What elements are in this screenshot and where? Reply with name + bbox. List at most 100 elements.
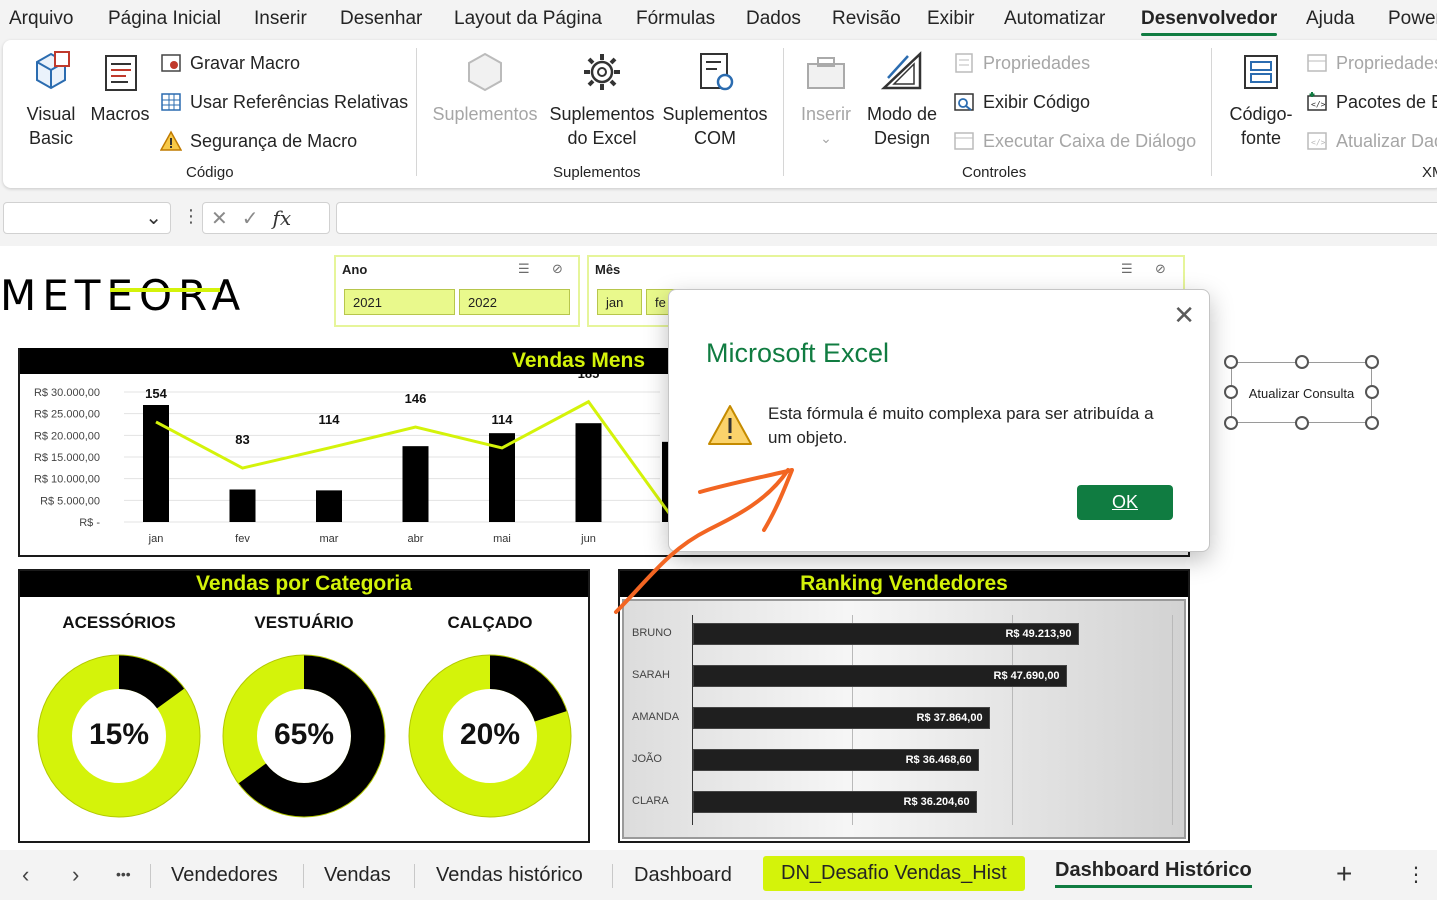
menu-tab-desenvolvedor[interactable]: Desenvolvedor bbox=[1141, 8, 1278, 36]
menu-tab-inserir[interactable]: Inserir bbox=[254, 8, 307, 30]
more-options-icon[interactable]: ⋮ bbox=[182, 206, 200, 227]
menu-bar: Arquivo Página Inicial Inserir Desenhar … bbox=[0, 0, 1437, 40]
menu-tab-power[interactable]: Power bbox=[1388, 8, 1437, 30]
formula-bar: ⌄ ⋮ ✕ ✓ fx bbox=[0, 194, 1437, 242]
xml-propriedades-label: Propriedades bbox=[1336, 52, 1437, 73]
atualizar-consulta-button[interactable]: Atualizar Consulta bbox=[1231, 362, 1372, 423]
visual-basic-label: Visual Basic bbox=[26, 104, 76, 148]
resize-handle[interactable] bbox=[1295, 355, 1309, 369]
resize-handle[interactable] bbox=[1224, 355, 1238, 369]
svg-text:</>: </> bbox=[1311, 138, 1326, 147]
menu-tab-exibir[interactable]: Exibir bbox=[927, 8, 975, 30]
seller-name: BRUNO bbox=[632, 627, 672, 639]
bar: R$ 36.204,60 bbox=[693, 791, 977, 813]
seguranca-macro-button[interactable]: Segurança de Macro bbox=[160, 130, 357, 152]
sheet-tab-dashboard-historico[interactable]: Dashboard Histórico bbox=[1055, 859, 1252, 888]
macros-button[interactable]: Macros bbox=[87, 48, 153, 126]
resize-handle[interactable] bbox=[1365, 416, 1379, 430]
menu-tab-pagina-inicial[interactable]: Página Inicial bbox=[108, 8, 221, 30]
category-percent: 20% bbox=[459, 718, 521, 751]
pacotes-expansao-button[interactable]: </> Pacotes de E bbox=[1306, 91, 1437, 113]
referencias-relativas-label: Usar Referências Relativas bbox=[190, 91, 409, 112]
more-options-icon[interactable]: ⋮ bbox=[1406, 862, 1426, 887]
check-icon[interactable]: ✓ bbox=[242, 206, 259, 231]
suplementos-excel-button[interactable]: Suplementos do Excel bbox=[546, 48, 658, 150]
svg-text:</>: </> bbox=[1311, 100, 1326, 109]
design-mode-icon bbox=[880, 51, 922, 90]
source-icon bbox=[1244, 55, 1278, 89]
executar-caixa-dialogo-button[interactable]: Executar Caixa de Diálogo bbox=[953, 130, 1196, 152]
seguranca-macro-label: Segurança de Macro bbox=[190, 130, 358, 151]
visual-basic-button[interactable]: Visual Basic bbox=[17, 48, 85, 150]
referencias-relativas-button[interactable]: Usar Referências Relativas bbox=[160, 91, 408, 113]
sheet-tab-vendas-historico[interactable]: Vendas histórico bbox=[436, 864, 583, 887]
name-box[interactable]: ⌄ bbox=[3, 202, 171, 234]
gravar-macro-button[interactable]: Gravar Macro bbox=[160, 52, 300, 74]
slicer-ano-item[interactable]: 2021 bbox=[344, 289, 455, 315]
resize-handle[interactable] bbox=[1365, 385, 1379, 399]
xml-propriedades-button[interactable]: Propriedades bbox=[1306, 52, 1437, 74]
propriedades-button[interactable]: Propriedades bbox=[953, 52, 1090, 74]
sheet-tab-vendas[interactable]: Vendas bbox=[324, 864, 391, 887]
formula-input[interactable] bbox=[336, 202, 1437, 234]
clear-filter-icon[interactable]: ⊘ bbox=[1155, 261, 1166, 277]
logo-stripe bbox=[110, 288, 220, 292]
exibir-codigo-button[interactable]: Exibir Código bbox=[953, 91, 1090, 113]
atualizar-dados-label: Atualizar Dad bbox=[1336, 130, 1437, 151]
seller-name: JOÃO bbox=[632, 753, 662, 765]
modo-design-button[interactable]: Modo de Design bbox=[863, 48, 941, 150]
y-tick-label: R$ 25.000,00 bbox=[34, 409, 100, 421]
resize-handle[interactable] bbox=[1224, 416, 1238, 430]
sheet-tab-vendedores[interactable]: Vendedores bbox=[171, 864, 278, 887]
menu-tab-desenhar[interactable]: Desenhar bbox=[340, 8, 422, 30]
seller-name: CLARA bbox=[632, 795, 669, 807]
bar bbox=[316, 490, 342, 522]
multi-select-icon[interactable]: ☰ bbox=[518, 261, 530, 277]
add-sheet-icon[interactable]: + bbox=[1336, 858, 1352, 890]
data-label: 185 bbox=[578, 374, 600, 381]
chevron-left-icon[interactable]: ‹ bbox=[22, 862, 29, 888]
menu-tab-revisao[interactable]: Revisão bbox=[832, 8, 901, 30]
multi-select-icon[interactable]: ☰ bbox=[1121, 261, 1133, 277]
refresh-data-icon: </> bbox=[1307, 132, 1327, 150]
data-label: R$ 36.468,60 bbox=[905, 754, 972, 766]
sheet-tab-dn-desafio[interactable]: DN_Desafio Vendas_Hist bbox=[763, 856, 1025, 891]
monthly-sales-chart: R$ 30.000,00 R$ 25.000,00 R$ 20.000,00 R$ 1… bbox=[34, 374, 670, 545]
resize-handle[interactable] bbox=[1295, 416, 1309, 430]
menu-tab-arquivo[interactable]: Arquivo bbox=[9, 8, 73, 30]
close-icon[interactable]: ✕ bbox=[1173, 300, 1195, 331]
more-sheets-icon[interactable]: ••• bbox=[116, 866, 131, 882]
menu-tab-formulas[interactable]: Fórmulas bbox=[636, 8, 715, 30]
cancel-icon[interactable]: ✕ bbox=[211, 206, 228, 231]
data-label: 114 bbox=[319, 412, 341, 427]
category-panel: Vendas por Categoria ACESSÓRIOS 15% VESTUÁ… bbox=[18, 569, 590, 843]
ok-button[interactable]: OK bbox=[1077, 485, 1173, 520]
chevron-right-icon[interactable]: › bbox=[72, 862, 79, 888]
visual-basic-icon bbox=[36, 51, 70, 90]
bar bbox=[575, 423, 602, 522]
clear-filter-icon[interactable]: ⊘ bbox=[552, 261, 563, 277]
menu-tab-dados[interactable]: Dados bbox=[746, 8, 801, 30]
slicer-mes-item[interactable]: jan bbox=[597, 289, 642, 315]
macros-label: Macros bbox=[90, 104, 150, 124]
sheet-tabs: ‹ › ••• Vendedores Vendas Vendas históri… bbox=[0, 850, 1437, 900]
menu-tab-ajuda[interactable]: Ajuda bbox=[1306, 8, 1355, 30]
sheet-tab-dashboard[interactable]: Dashboard bbox=[634, 864, 732, 887]
menu-tab-layout[interactable]: Layout da Página bbox=[454, 8, 602, 30]
data-label: R$ 47.690,00 bbox=[993, 670, 1060, 682]
atualizar-dados-button[interactable]: </> Atualizar Dad bbox=[1306, 130, 1437, 152]
suplementos-com-label: Suplementos COM bbox=[662, 104, 768, 148]
ribbon-separator bbox=[783, 48, 784, 176]
menu-tab-automatizar[interactable]: Automatizar bbox=[1004, 8, 1105, 30]
y-tick-label: R$ 10.000,00 bbox=[34, 474, 100, 486]
x-tick-label: mar bbox=[320, 533, 339, 545]
fx-icon[interactable]: fx bbox=[273, 206, 292, 230]
codigo-fonte-button[interactable]: Código- fonte bbox=[1222, 48, 1300, 150]
resize-handle[interactable] bbox=[1365, 355, 1379, 369]
inserir-controle-button[interactable]: Inserir ⌄ bbox=[795, 48, 857, 150]
resize-handle[interactable] bbox=[1224, 385, 1238, 399]
suplementos-button[interactable]: Suplementos bbox=[429, 48, 541, 126]
slicer-ano-item[interactable]: 2022 bbox=[459, 289, 570, 315]
gravar-macro-label: Gravar Macro bbox=[190, 52, 301, 73]
suplementos-com-button[interactable]: Suplementos COM bbox=[659, 48, 771, 150]
